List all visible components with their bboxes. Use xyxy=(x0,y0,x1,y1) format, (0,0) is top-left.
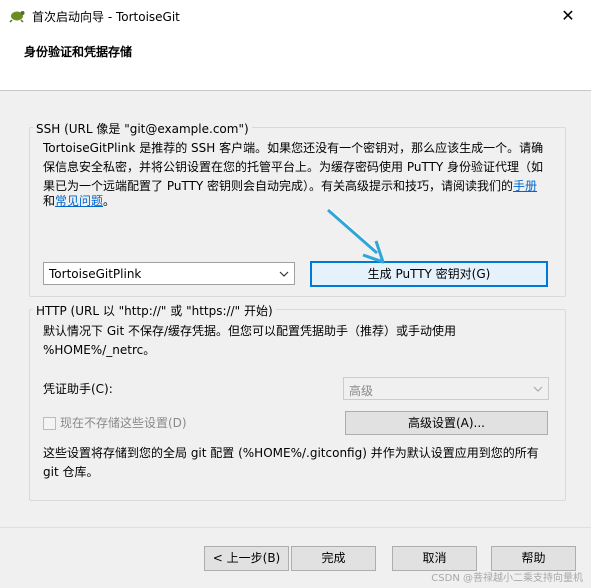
footer-divider xyxy=(0,527,591,528)
tortoisegit-icon xyxy=(9,11,25,23)
http-description-line1: 默认情况下 Git 不保存/缓存凭据。但您可以配置凭据助手（推荐）或手动使用 xyxy=(43,324,457,338)
credential-helper-value: 高级 xyxy=(349,384,374,398)
window-title: 首次启动向导 - TortoiseGit xyxy=(32,10,180,24)
help-button[interactable]: 帮助 xyxy=(491,546,576,571)
ssh-client-select[interactable]: TortoiseGitPlink xyxy=(43,262,295,285)
finish-button[interactable]: 完成 xyxy=(291,546,376,571)
cancel-button[interactable]: 取消 xyxy=(392,546,477,571)
chevron-down-icon xyxy=(533,386,543,392)
ssh-description-line4: 和常见问题。 xyxy=(43,192,115,211)
http-note-line2: git 仓库。 xyxy=(43,465,99,479)
chevron-down-icon xyxy=(279,271,289,277)
close-button[interactable]: ✕ xyxy=(545,0,591,31)
ssh-description-line2: 保信息安全私密，并将公钥设置在您的托管平台上。为缓存密码使用 PuTTY 身份验… xyxy=(43,160,544,174)
annotation-arrow-icon xyxy=(327,208,385,264)
credential-helper-label: 凭证助手(C): xyxy=(43,382,113,396)
ssh-group-legend: SSH (URL 像是 "git@example.com") xyxy=(33,120,252,137)
title-bar: 首次启动向导 - TortoiseGit ✕ xyxy=(0,0,591,31)
http-description-line2: %HOME%/_netrc。 xyxy=(43,343,156,357)
store-now-checkbox[interactable] xyxy=(43,417,56,430)
watermark: CSDN @菩禄越小二乘支持向量机 xyxy=(431,573,583,584)
page-title: 身份验证和凭据存储 xyxy=(24,45,133,59)
back-button[interactable]: < 上一步(B) xyxy=(204,546,289,571)
manual-link[interactable]: 手册 xyxy=(513,179,537,193)
faq-link[interactable]: 常见问题 xyxy=(55,194,103,208)
period-text: 。 xyxy=(103,194,116,208)
ssh-description-line3-text: 果已为一个远端配置了 PuTTY 密钥则会自动完成）。有关高级提示和技巧，请阅读… xyxy=(43,179,514,193)
ssh-description-line3: 果已为一个远端配置了 PuTTY 密钥则会自动完成）。有关高级提示和技巧，请阅读… xyxy=(43,177,537,196)
store-now-label: 现在不存储这些设置(D) xyxy=(60,416,187,430)
http-note-line1: 这些设置将存储到您的全局 git 配置 (%HOME%/.gitconfig) … xyxy=(43,446,539,460)
credential-helper-select[interactable]: 高级 xyxy=(343,377,549,400)
ssh-client-value: TortoiseGitPlink xyxy=(49,267,142,281)
and-text: 和 xyxy=(43,194,56,208)
ssh-description-line1: TortoiseGitPlink 是推荐的 SSH 客户端。如果您还没有一个密钥… xyxy=(43,141,544,155)
advanced-settings-button[interactable]: 高级设置(A)... xyxy=(345,411,548,435)
wizard-header: 身份验证和凭据存储 xyxy=(0,31,591,91)
http-group-legend: HTTP (URL 以 "http://" 或 "https://" 开始) xyxy=(33,302,276,319)
